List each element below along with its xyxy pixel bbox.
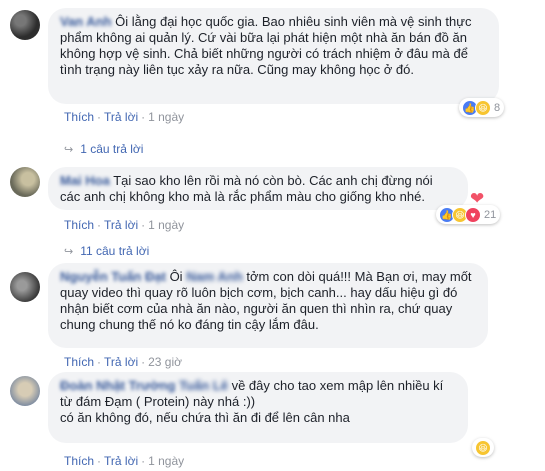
reply-link[interactable]: Trả lời [104, 110, 138, 124]
comment-bubble: Đoàn Nhật Trường Tuấn Lê về đây cho tao … [48, 372, 468, 443]
reaction-count: 21 [484, 208, 497, 221]
comment-text-before: Ôi [169, 269, 183, 284]
comment-actions: Thích · Trả lời · 23 giờ [64, 355, 182, 369]
comment-actions: Thích · Trả lời · 1 ngày [64, 454, 185, 468]
timestamp[interactable]: 1 ngày [148, 218, 184, 232]
like-link[interactable]: Thích [64, 218, 94, 232]
love-reaction-icon: ♥ [465, 206, 481, 223]
reaction-summary[interactable]: 👍 😆 8 [459, 98, 505, 117]
haha-reaction-icon: 😆 [475, 439, 491, 456]
commenter-name[interactable]: Mai Hoa [60, 173, 110, 188]
comment-text-line2: có ăn không đó, nếu chứa thì ăn đi để lê… [60, 410, 350, 425]
reply-arrow-icon: ↪ [64, 246, 74, 258]
avatar[interactable] [10, 272, 40, 302]
comment-bubble: Mai Hoa Tại sao kho lên rồi mà nó còn bò… [48, 167, 468, 210]
comment-bubble: Nguyễn Tuấn Đạt Ôi Nam Anh tởm con dòi q… [48, 263, 488, 348]
like-link[interactable]: Thích [64, 454, 94, 468]
view-replies-link[interactable]: ↪ 1 câu trả lời [64, 142, 143, 156]
reaction-summary[interactable]: 😆 [472, 438, 494, 457]
like-link[interactable]: Thích [64, 355, 94, 369]
reply-link[interactable]: Trả lời [104, 218, 138, 232]
commenter-name[interactable]: Nguyễn Tuấn Đạt [60, 269, 166, 284]
timestamp[interactable]: 23 giờ [148, 355, 182, 369]
reaction-count: 8 [494, 101, 501, 114]
avatar[interactable] [10, 10, 40, 40]
timestamp[interactable]: 1 ngày [148, 454, 184, 468]
avatar[interactable] [10, 376, 40, 406]
replies-count[interactable]: 11 câu trả lời [80, 244, 149, 258]
reply-arrow-icon: ↪ [64, 144, 74, 156]
reply-link[interactable]: Trả lời [104, 454, 138, 468]
reaction-summary[interactable]: 👍 😆 ♥ 21 [436, 205, 501, 224]
avatar[interactable] [10, 167, 40, 197]
replies-count[interactable]: 1 câu trả lời [80, 142, 143, 156]
mention-link[interactable]: Nam Anh [186, 269, 243, 284]
comment-actions: Thích · Trả lời · 1 ngày [64, 110, 185, 124]
comment-bubble: Van Anh Ôi lằng đại học quốc gia. Bao nh… [48, 8, 499, 104]
view-replies-link[interactable]: ↪ 11 câu trả lời [64, 244, 149, 258]
comment-text: Tại sao kho lên rồi mà nó còn bò. Các an… [60, 173, 433, 204]
mention-link[interactable]: Tuấn Lê [179, 378, 228, 393]
reply-link[interactable]: Trả lời [104, 355, 138, 369]
timestamp[interactable]: 1 ngày [148, 110, 184, 124]
commenter-name[interactable]: Van Anh [60, 14, 112, 29]
commenter-name[interactable]: Đoàn Nhật Trường [60, 378, 175, 393]
haha-reaction-icon: 😆 [475, 99, 491, 116]
like-link[interactable]: Thích [64, 110, 94, 124]
comment-actions: Thích · Trả lời · 1 ngày [64, 218, 185, 232]
comment-text: Ôi lằng đại học quốc gia. Bao nhiêu sinh… [60, 14, 472, 77]
